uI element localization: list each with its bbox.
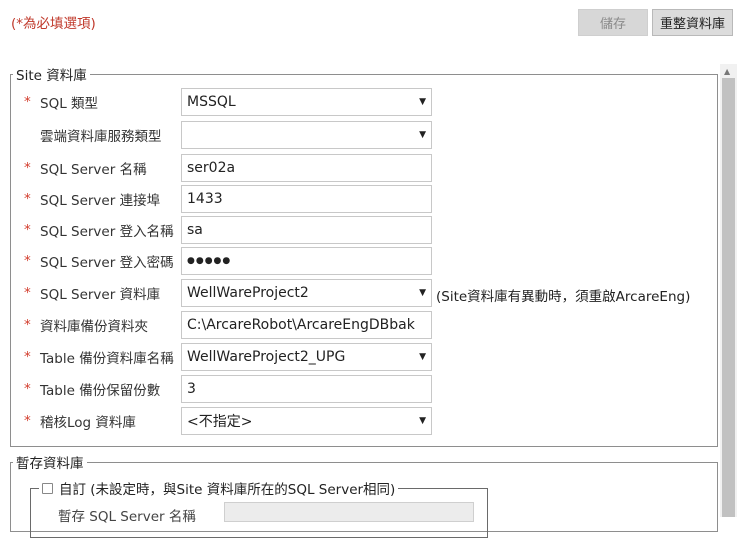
- required-star: *: [24, 222, 31, 238]
- cloud-service-row: 雲端資料庫服務類型: [24, 121, 162, 149]
- custom-checkbox[interactable]: [42, 482, 53, 494]
- chevron-down-icon: ▼: [419, 288, 426, 298]
- required-note: (*為必填選項): [11, 16, 96, 32]
- table-backup-count-label: Table 備份保留份數: [40, 383, 161, 399]
- temp-server-name-label: 暫存 SQL Server 名稱: [58, 509, 196, 525]
- cloud-service-label: 雲端資料庫服務類型: [40, 129, 162, 145]
- cloud-service-select[interactable]: ▼: [181, 121, 432, 149]
- vertical-scrollbar[interactable]: ▲: [720, 64, 737, 517]
- database-select[interactable]: WellWareProject2 ▼: [181, 279, 432, 307]
- server-name-label: SQL Server 名稱: [40, 162, 147, 178]
- login-password-label: SQL Server 登入密碼: [40, 255, 174, 271]
- audit-log-db-row: * 稽核Log 資料庫: [24, 407, 136, 435]
- required-star: *: [24, 317, 31, 333]
- server-name-input[interactable]: ser02a: [181, 154, 432, 182]
- server-port-label: SQL Server 連接埠: [40, 193, 161, 209]
- required-star: *: [24, 94, 31, 110]
- scrollbar-thumb[interactable]: [722, 78, 735, 517]
- arrow-up-icon[interactable]: ▲: [724, 67, 730, 76]
- temp-server-name-input[interactable]: [224, 502, 474, 522]
- server-port-row: * SQL Server 連接埠: [24, 185, 160, 213]
- chevron-down-icon: ▼: [419, 97, 426, 107]
- custom-checkbox-label: 自訂 (未設定時，與Site 資料庫所在的SQL Server相同): [59, 482, 396, 498]
- site-database-legend: Site 資料庫: [16, 68, 87, 84]
- backup-folder-label: 資料庫備份資料夾: [40, 319, 148, 335]
- login-password-input[interactable]: ●●●●●: [181, 247, 432, 275]
- database-restart-note: (Site資料庫有異動時，須重啟ArcareEng): [436, 289, 691, 305]
- database-label: SQL Server 資料庫: [40, 287, 161, 303]
- table-backup-db-select[interactable]: WellWareProject2_UPG ▼: [181, 343, 432, 371]
- database-row: * SQL Server 資料庫: [24, 279, 160, 307]
- sql-type-row: * SQL 類型: [24, 88, 98, 116]
- table-backup-count-row: * Table 備份保留份數: [24, 375, 160, 403]
- chevron-down-icon: ▼: [419, 416, 426, 426]
- table-backup-db-value: WellWareProject2_UPG: [187, 349, 346, 365]
- backup-folder-input[interactable]: C:\ArcareRobot\ArcareEngDBbak: [181, 311, 432, 339]
- login-password-row: * SQL Server 登入密碼: [24, 247, 174, 275]
- chevron-down-icon: ▼: [419, 352, 426, 362]
- required-star: *: [24, 191, 31, 207]
- login-name-input[interactable]: sa: [181, 216, 432, 244]
- required-star: *: [24, 349, 31, 365]
- table-backup-db-label: Table 備份資料庫名稱: [40, 351, 174, 367]
- table-backup-count-input[interactable]: 3: [181, 375, 432, 403]
- sql-type-select[interactable]: MSSQL ▼: [181, 88, 432, 116]
- required-star: *: [24, 253, 31, 269]
- server-name-row: * SQL Server 名稱: [24, 154, 147, 182]
- custom-server-legend: 自訂 (未設定時，與Site 資料庫所在的SQL Server相同): [39, 478, 398, 498]
- backup-folder-row: * 資料庫備份資料夾: [24, 311, 148, 339]
- database-value: WellWareProject2: [187, 285, 309, 301]
- required-star: *: [24, 160, 31, 176]
- audit-log-db-select[interactable]: <不指定> ▼: [181, 407, 432, 435]
- sql-type-label: SQL 類型: [40, 96, 99, 112]
- temp-database-legend: 暫存資料庫: [16, 456, 84, 472]
- login-name-row: * SQL Server 登入名稱: [24, 216, 174, 244]
- required-star: *: [24, 413, 31, 429]
- chevron-down-icon: ▼: [419, 130, 426, 140]
- sql-type-value: MSSQL: [187, 94, 236, 110]
- required-star: *: [24, 285, 31, 301]
- server-port-input[interactable]: 1433: [181, 185, 432, 213]
- table-backup-db-row: * Table 備份資料庫名稱: [24, 343, 174, 371]
- login-name-label: SQL Server 登入名稱: [40, 224, 174, 240]
- required-star: *: [24, 381, 31, 397]
- audit-log-db-value: <不指定>: [187, 414, 253, 430]
- reset-database-button[interactable]: 重整資料庫: [652, 9, 733, 36]
- audit-log-db-label: 稽核Log 資料庫: [40, 415, 136, 431]
- save-button[interactable]: 儲存: [578, 9, 648, 36]
